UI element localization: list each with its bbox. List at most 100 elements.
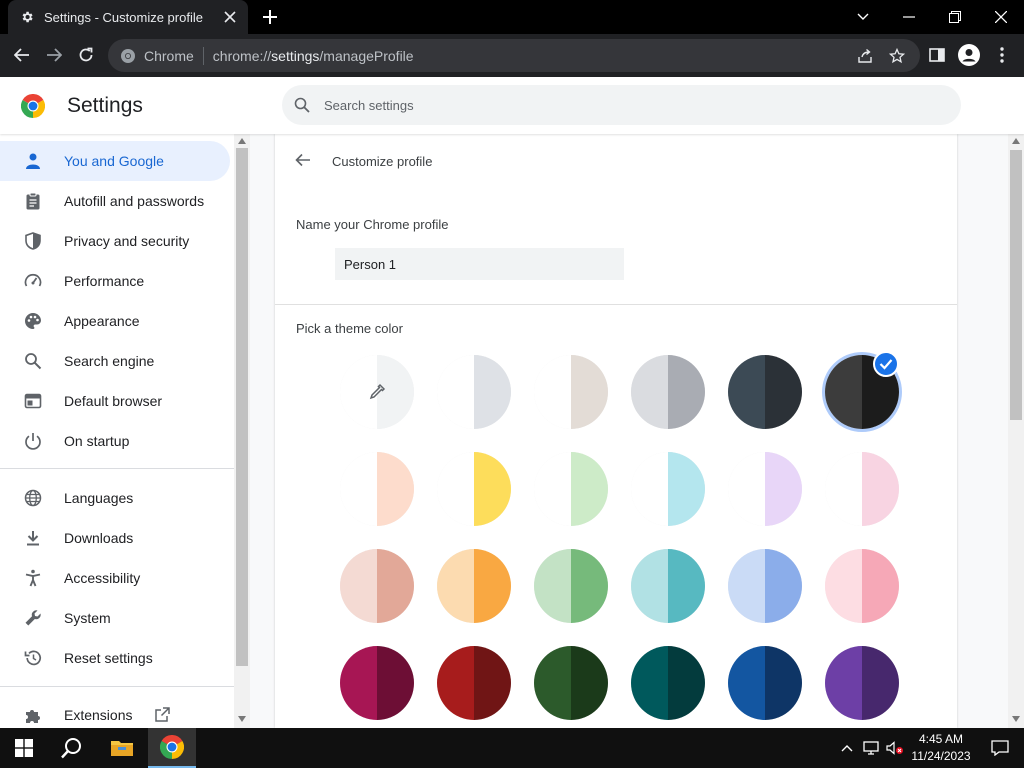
main-scrollbar[interactable] <box>1008 134 1024 728</box>
sidebar-item-search-engine[interactable]: Search engine <box>0 341 230 381</box>
scroll-up-arrow-icon[interactable] <box>238 138 246 144</box>
theme-color-swatch[interactable] <box>825 452 899 526</box>
tab-search-chevron-icon[interactable] <box>840 0 886 34</box>
tab-title: Settings - Customize profile <box>44 9 203 25</box>
shield-icon <box>24 232 42 250</box>
scroll-down-arrow-icon[interactable] <box>238 716 246 722</box>
search-input[interactable] <box>322 96 922 114</box>
reload-icon[interactable] <box>72 41 100 69</box>
share-icon[interactable] <box>854 45 876 67</box>
sidebar-item-label: Languages <box>64 490 134 506</box>
sidebar-scrollbar[interactable] <box>234 134 250 728</box>
theme-color-swatch[interactable] <box>534 355 608 429</box>
forward-arrow-icon[interactable] <box>40 41 68 69</box>
swatch-left-half <box>534 452 571 526</box>
back-arrow-icon[interactable] <box>295 152 315 172</box>
sidebar-scrollbar-thumb[interactable] <box>236 148 248 666</box>
browser-tab-settings[interactable]: Settings - Customize profile <box>8 0 248 34</box>
globe-icon <box>24 489 42 507</box>
custom-color-picker-swatch[interactable] <box>340 355 414 429</box>
windows-start-icon[interactable] <box>0 728 48 768</box>
theme-color-swatch[interactable] <box>534 549 608 623</box>
swatch-left-half <box>728 452 765 526</box>
tab-strip: Settings - Customize profile <box>0 0 1024 34</box>
theme-color-swatch[interactable] <box>437 549 511 623</box>
close-window-icon[interactable] <box>978 0 1024 34</box>
file-explorer-icon[interactable] <box>98 728 146 768</box>
sidebar-item-label: You and Google <box>64 153 164 169</box>
theme-color-swatch[interactable] <box>728 355 802 429</box>
theme-color-swatch[interactable] <box>534 452 608 526</box>
profile-name-input[interactable] <box>335 248 624 280</box>
theme-color-swatch[interactable] <box>437 355 511 429</box>
side-panel-icon[interactable] <box>923 41 951 69</box>
sidebar-item-on-startup[interactable]: On startup <box>0 421 230 461</box>
theme-color-swatch[interactable] <box>825 549 899 623</box>
theme-color-swatch[interactable] <box>631 646 705 720</box>
new-tab-plus-icon[interactable] <box>258 5 282 29</box>
swatch-left-half <box>631 549 668 623</box>
theme-color-swatch[interactable] <box>437 452 511 526</box>
sidebar-item-you-and-google[interactable]: You and Google <box>0 141 230 181</box>
chrome-logo-icon <box>120 48 136 64</box>
browser-toolbar: Chrome chrome://settings/manageProfile <box>0 34 1024 77</box>
tray-chevron-up-icon[interactable] <box>836 728 858 768</box>
taskbar-clock[interactable]: 4:45 AM 11/24/2023 <box>906 731 976 765</box>
network-icon[interactable] <box>860 728 882 768</box>
sidebar-item-performance[interactable]: Performance <box>0 261 230 301</box>
sidebar-item-privacy[interactable]: Privacy and security <box>0 221 230 261</box>
theme-color-swatch[interactable] <box>340 646 414 720</box>
menu-kebab-icon[interactable] <box>988 41 1016 69</box>
minimize-icon[interactable] <box>886 0 932 34</box>
theme-color-swatch[interactable] <box>340 452 414 526</box>
sidebar-item-languages[interactable]: Languages <box>0 478 230 518</box>
sidebar-item-reset-settings[interactable]: Reset settings <box>0 638 230 678</box>
sidebar-item-label: System <box>64 610 111 626</box>
taskbar-search-icon[interactable] <box>48 728 96 768</box>
browser-window-icon <box>24 392 42 410</box>
swatch-left-half <box>534 355 571 429</box>
theme-color-swatch[interactable] <box>728 646 802 720</box>
section-divider <box>275 304 957 305</box>
sidebar: You and Google Autofill and passwords Pr… <box>0 134 234 728</box>
theme-color-swatch[interactable] <box>631 355 705 429</box>
volume-muted-icon[interactable] <box>884 728 906 768</box>
scroll-down-arrow-icon[interactable] <box>1012 716 1020 722</box>
back-arrow-icon[interactable] <box>8 41 36 69</box>
close-tab-icon[interactable] <box>218 5 242 29</box>
theme-color-swatch[interactable] <box>728 452 802 526</box>
url-path: /manageProfile <box>319 47 414 64</box>
sidebar-item-extensions[interactable]: Extensions <box>0 695 230 728</box>
sidebar-item-label: Accessibility <box>64 570 141 586</box>
address-bar[interactable]: Chrome chrome://settings/manageProfile <box>108 39 920 72</box>
bookmark-star-icon[interactable] <box>886 45 908 67</box>
swatch-left-half <box>631 452 668 526</box>
notifications-icon[interactable] <box>976 728 1024 768</box>
sidebar-item-system[interactable]: System <box>0 598 230 638</box>
sidebar-item-downloads[interactable]: Downloads <box>0 518 230 558</box>
sidebar-item-default-browser[interactable]: Default browser <box>0 381 230 421</box>
sidebar-item-label: Default browser <box>64 393 163 409</box>
sidebar-item-accessibility[interactable]: Accessibility <box>0 558 230 598</box>
taskbar-chrome-icon[interactable] <box>148 728 196 768</box>
swatch-right-half <box>862 646 899 720</box>
scroll-up-arrow-icon[interactable] <box>1012 138 1020 144</box>
sidebar-item-autofill[interactable]: Autofill and passwords <box>0 181 230 221</box>
sidebar-item-appearance[interactable]: Appearance <box>0 301 230 341</box>
theme-color-swatch[interactable] <box>631 549 705 623</box>
theme-color-swatch[interactable] <box>340 549 414 623</box>
theme-color-swatch[interactable] <box>728 549 802 623</box>
restore-icon[interactable] <box>932 0 978 34</box>
clipboard-icon <box>24 192 42 210</box>
theme-color-swatch[interactable] <box>437 646 511 720</box>
main-scrollbar-thumb[interactable] <box>1010 150 1022 420</box>
profile-avatar-icon[interactable] <box>955 41 983 69</box>
search-box[interactable] <box>282 85 961 125</box>
theme-color-swatch[interactable] <box>631 452 705 526</box>
sidebar-item-label: On startup <box>64 433 130 449</box>
theme-color-swatch[interactable] <box>825 646 899 720</box>
sidebar-item-label: Performance <box>64 273 145 289</box>
theme-color-swatch[interactable] <box>534 646 608 720</box>
palette-icon <box>24 312 42 330</box>
swatch-left-half <box>631 646 668 720</box>
